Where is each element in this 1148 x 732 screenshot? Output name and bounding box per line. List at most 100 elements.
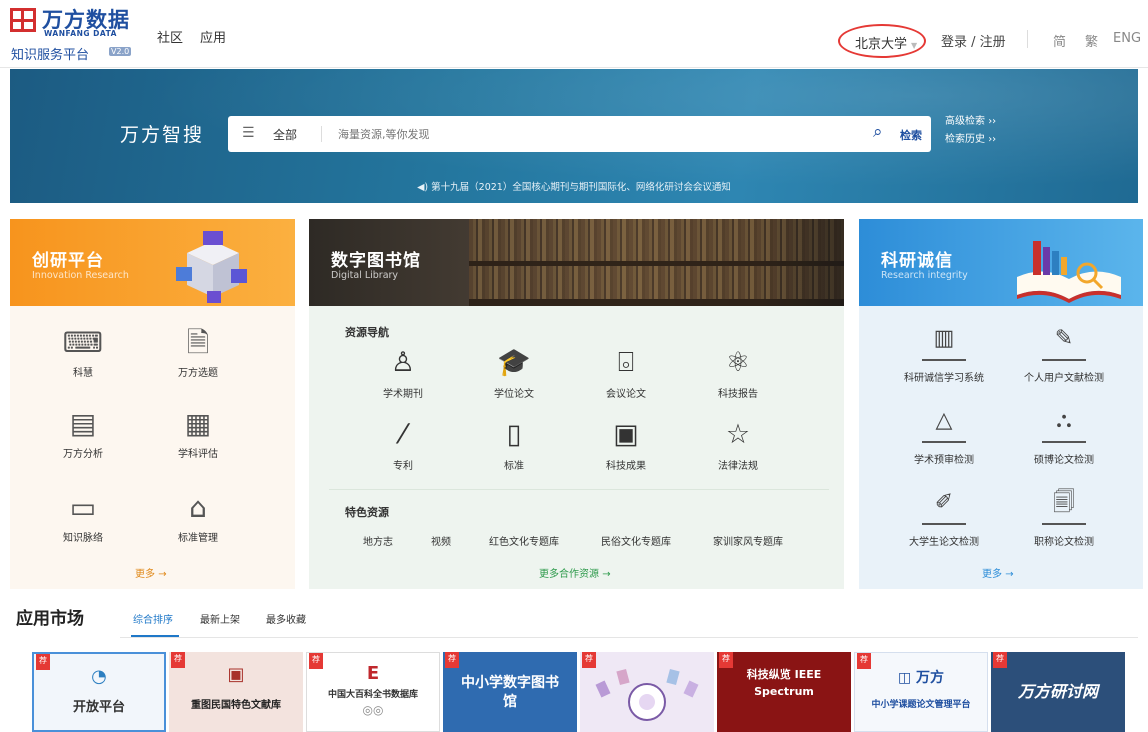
arrow-right-icon: → [1005, 569, 1014, 580]
app-card[interactable]: 荐 ◔ 开放平台 [32, 652, 166, 732]
special-video[interactable]: 视频 [431, 533, 451, 548]
integrity-subtitle: Research integrity [881, 270, 968, 281]
circles-icon: ◎◎ [362, 703, 384, 717]
warning-triangle-icon: △ [922, 403, 966, 443]
chart-board-icon: ▤ [69, 407, 97, 440]
app-card[interactable]: 荐 科技纵览 IEEE Spectrum [717, 652, 851, 732]
standard-item[interactable]: ▯ 标准 [469, 417, 559, 472]
keyhui-item[interactable]: ⌨ 科慧 [33, 324, 133, 379]
search-input[interactable] [338, 124, 838, 144]
knowledge-vein-item[interactable]: ▭ 知识脉络 [33, 489, 133, 544]
lang-simplified[interactable]: 简 [1053, 31, 1066, 50]
conference-item[interactable]: ⌻ 会议论文 [581, 345, 671, 400]
graduation-cap-icon: 🎓 [497, 347, 531, 378]
achievement-item[interactable]: ▣ 科技成果 [581, 417, 671, 472]
doc-search-icon: 🗐 [1042, 485, 1086, 525]
library-title: 数字图书馆 [331, 251, 421, 271]
pencil-icon: ✐ [922, 485, 966, 525]
topic-selection-item[interactable]: 🗎 万方选题 [148, 324, 248, 379]
atom-icon: ⚛ [725, 347, 751, 378]
resource-nav-title: 资源导航 [345, 326, 389, 339]
institution-selector[interactable]: 北京大学 ▼ [838, 24, 926, 58]
app-card[interactable]: 荐 中小学数字图书馆 [443, 652, 577, 732]
divider [1027, 30, 1028, 48]
thesis-item[interactable]: 🎓 学位论文 [469, 345, 559, 400]
integrity-learning-item[interactable]: ▥ 科研诚信学习系统 [879, 321, 1009, 384]
app-card[interactable]: 荐 [580, 652, 714, 732]
recommend-badge: 荐 [582, 652, 596, 668]
search-banner: 万方智搜 ☰ 全部 ⌕ 检索 高级检索 ›› 检索历史 ›› ◀) 第十九届（2… [10, 69, 1138, 203]
search-links: 高级检索 ›› 检索历史 ›› [945, 113, 996, 149]
double-arrow-icon: ›› [988, 134, 997, 145]
card-link-icon: ▭ [69, 491, 97, 524]
search-scope-select[interactable]: 全部 [273, 126, 297, 143]
wanfang-logo-icon[interactable] [10, 8, 36, 32]
advanced-search-link[interactable]: 高级检索 ›› [945, 113, 996, 131]
app-name: 开放平台 [72, 700, 125, 715]
lang-traditional[interactable]: 繁 [1085, 31, 1098, 50]
app-card[interactable]: 荐 ▣ 重图民国特色文献库 [169, 652, 303, 732]
document-pen-icon: 🗎 [186, 326, 210, 359]
search-button[interactable]: 检索 [900, 127, 922, 143]
institution-name: 北京大学 [855, 37, 908, 52]
law-item[interactable]: ☆ 法律法规 [693, 417, 783, 472]
special-family-tradition[interactable]: 家训家风专题库 [713, 533, 783, 548]
lang-english[interactable]: ENG [1113, 31, 1141, 46]
wanfang-small-logo-icon: ◫ 万方 [897, 670, 945, 686]
innovation-banner[interactable]: 创研平台 Innovation Research [10, 219, 295, 306]
active-tab-underline [131, 635, 179, 637]
subject-eval-item[interactable]: ▦ 学科评估 [148, 405, 248, 460]
search-history-link[interactable]: 检索历史 ›› [945, 131, 996, 149]
wand-icon: ⁄ [400, 419, 406, 450]
login-register-link[interactable]: 登录 / 注册 [941, 31, 1006, 50]
undergrad-check-item[interactable]: ✐ 大学生论文检测 [879, 485, 1009, 548]
person-desk-icon: ♙ [390, 347, 416, 378]
arrow-right-icon: → [158, 569, 167, 580]
bookshelf-illustration-icon [469, 219, 844, 306]
integrity-panel: 科研诚信 Research integrity ▥ 科研诚信学习系统 ✎ 个人用户文… [859, 219, 1143, 589]
journal-item[interactable]: ♙ 学术期刊 [358, 345, 448, 400]
search-icon[interactable]: ⌕ [873, 122, 883, 142]
nav-apps[interactable]: 应用 [200, 27, 226, 46]
integrity-banner[interactable]: 科研诚信 Research integrity [859, 219, 1143, 306]
nav-community[interactable]: 社区 [157, 27, 183, 46]
special-red-culture[interactable]: 红色文化专题库 [489, 533, 559, 548]
platform-name: 知识服务平台 [11, 48, 90, 63]
title-check-item[interactable]: 🗐 职称论文检测 [999, 485, 1129, 548]
analysis-item[interactable]: ▤ 万方分析 [33, 405, 133, 460]
search-title: 万方智搜 [120, 124, 205, 146]
integrity-more-link[interactable]: 更多 → [982, 565, 1014, 580]
pre-review-item[interactable]: △ 学术预审检测 [879, 403, 1009, 466]
book-mark-icon: ▯ [506, 419, 522, 450]
special-folk-culture[interactable]: 民俗文化专题库 [601, 533, 671, 548]
menu-icon[interactable]: ☰ [242, 125, 255, 141]
innovation-more-link[interactable]: 更多 → [135, 565, 167, 580]
patent-item[interactable]: ⁄ 专利 [358, 417, 448, 472]
library-more-link[interactable]: 更多合作资源 → [539, 565, 611, 580]
version-badge: V2.0 [109, 47, 132, 56]
recommend-badge: 荐 [993, 652, 1007, 668]
personal-check-item[interactable]: ✎ 个人用户文献检测 [999, 321, 1129, 384]
tab-comprehensive[interactable]: 综合排序 [133, 611, 173, 626]
thesis-check-item[interactable]: ⛬ 硕博论文检测 [999, 403, 1129, 466]
app-card[interactable]: 荐 ◫ 万方 中小学课题论文管理平台 [854, 652, 988, 732]
special-local-chronicles[interactable]: 地方志 [363, 533, 393, 548]
edit-doc-icon: ✎ [1042, 321, 1086, 361]
notice-text: 第十九届（2021）全国核心期刊与期刊国际化、网络化研讨会会议通知 [431, 182, 731, 193]
library-banner[interactable]: 数字图书馆 Digital Library [309, 219, 844, 306]
innovation-title: 创研平台 [32, 251, 104, 271]
app-card[interactable]: 荐 E 中国大百科全书数据库 ◎◎ [306, 652, 440, 732]
recommend-badge: 荐 [445, 652, 459, 668]
divider [329, 489, 829, 490]
tab-newest[interactable]: 最新上架 [200, 611, 240, 626]
study-book-icon: ▥ [922, 321, 966, 361]
standard-mgmt-item[interactable]: ⌂ 标准管理 [148, 489, 248, 544]
notice-bar[interactable]: ◀) 第十九届（2021）全国核心期刊与期刊国际化、网络化研讨会会议通知 [10, 179, 1138, 193]
special-resource-title: 特色资源 [345, 506, 389, 519]
divider [321, 126, 322, 142]
calendar-check-icon: ▦ [184, 407, 212, 440]
speaker-icon: ◀) [417, 182, 429, 193]
tech-report-item[interactable]: ⚛ 科技报告 [693, 345, 783, 400]
tab-most-favorited[interactable]: 最多收藏 [266, 611, 306, 626]
app-card[interactable]: 荐 万方研讨网 [991, 652, 1125, 732]
